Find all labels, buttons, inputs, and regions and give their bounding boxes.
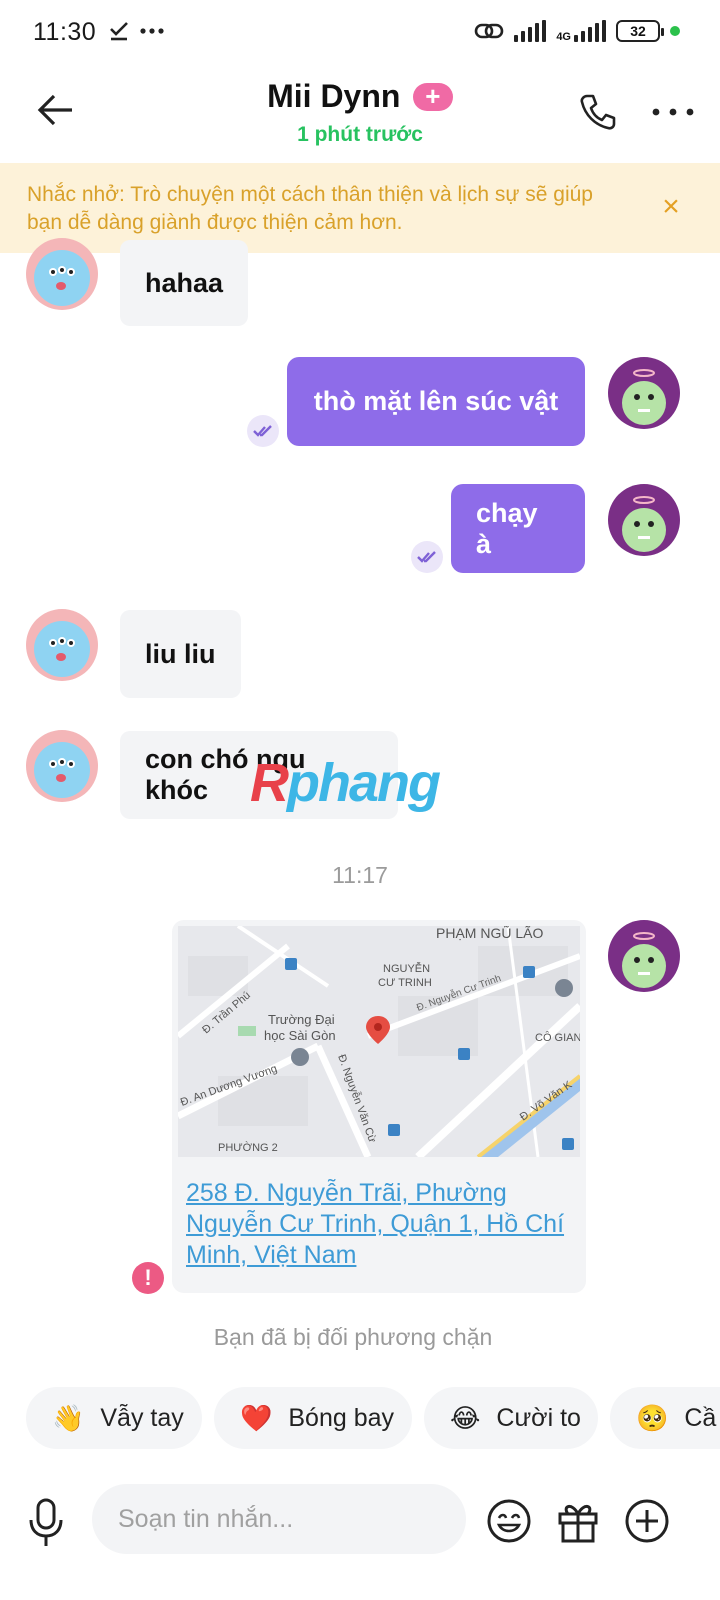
composer-bar [0,1478,720,1568]
battery-icon: 32 [616,20,664,42]
map-label: CÔ GIAN [535,1031,580,1044]
chip-wave[interactable]: 👋 Vẫy tay [26,1387,202,1449]
quick-reaction-chips: 👋 Vẫy tay ❤️ Bóng bay 😂 Cười to 🥺 Cầ [26,1387,720,1449]
wave-emoji-icon: 👋 [52,1402,85,1433]
location-card[interactable]: PHẠM NGŨ LÃO NGUYỄN CƯ TRINH Đ. Nguyễn C… [172,920,586,1293]
read-receipt-icon [247,415,279,447]
emoji-picker-icon[interactable] [486,1498,532,1544]
my-avatar[interactable] [608,357,680,429]
contact-avatar[interactable] [26,609,98,681]
phone-call-icon[interactable] [578,92,618,132]
chip-label: Cầ [684,1403,717,1432]
chip-label: Cười to [496,1403,581,1432]
more-options-icon[interactable] [650,92,696,132]
blocked-notice: Bạn đã bị đối phương chặn [213,1324,493,1350]
reminder-text: Nhắc nhở: Trò chuyện một cách thân thiện… [27,183,593,234]
gift-icon[interactable] [556,1498,600,1544]
my-avatar[interactable] [608,484,680,556]
chip-label: Bóng bay [288,1403,395,1432]
message-input[interactable] [92,1484,466,1554]
chat-header: Mii Dynn + 1 phút trước [0,70,720,162]
contact-name[interactable]: Mii Dynn [267,78,400,115]
message-text: liu liu [145,638,216,669]
chip-label: Vẫy tay [100,1403,184,1432]
chip-laugh[interactable]: 😂 Cười to [424,1387,598,1449]
contact-avatar[interactable] [26,238,98,310]
map-label: PHẠM NGŨ LÃO [436,926,543,941]
message-bubble-incoming[interactable]: hahaa [120,240,249,326]
more-notifications-icon [140,28,164,34]
checkmark-download-icon [110,22,128,41]
link-icon [475,23,504,39]
map-label: học Sài Gòn [264,1028,336,1043]
my-avatar[interactable] [608,920,680,992]
add-attachment-icon[interactable] [624,1498,670,1544]
status-time: 11:30 [33,18,97,46]
signal-bars-2-icon [574,20,606,42]
map-label: Trường Đại [268,1012,335,1027]
close-banner-button[interactable]: × [656,192,686,223]
message-bubble-incoming[interactable]: con chó ngu khóc [120,731,398,819]
map-label: NGUYỄN [383,962,430,975]
contact-avatar[interactable] [26,730,98,802]
send-failed-icon[interactable]: ! [132,1262,164,1294]
message-text: thò mặt lên súc vật [313,386,559,416]
pleading-emoji-icon: 🥺 [636,1402,669,1433]
chip-plead[interactable]: 🥺 Cầ [610,1387,720,1449]
message-text: chạy à [476,497,538,559]
microphone-icon[interactable] [28,1498,64,1548]
location-address-link[interactable]: 258 Đ. Nguyễn Trãi, Phường Nguyễn Cư Tri… [186,1178,576,1271]
chip-balloon[interactable]: ❤️ Bóng bay [214,1387,412,1449]
message-text: hahaa [145,267,224,298]
map-preview[interactable]: PHẠM NGŨ LÃO NGUYỄN CƯ TRINH Đ. Nguyễn C… [178,926,580,1157]
signal-bars-icon [514,20,547,42]
map-label: PHƯỜNG 2 [218,1141,278,1154]
time-separator: 11:17 [332,862,388,888]
message-bubble-incoming[interactable]: liu liu [120,610,241,698]
heart-emoji-icon: ❤️ [240,1402,273,1433]
status-bar: 11:30 4G 32 [0,0,720,70]
laugh-emoji-icon: 😂 [450,1402,481,1433]
plus-badge: + [412,82,453,111]
privacy-dot-icon [670,26,680,36]
map-label: CƯ TRINH [378,977,432,989]
reminder-banner: Nhắc nhở: Trò chuyện một cách thân thiện… [0,163,720,253]
message-text: con chó ngu khóc [145,744,306,805]
network-4g: 4G [556,20,606,43]
read-receipt-icon [411,541,443,573]
message-bubble-outgoing[interactable]: thò mặt lên súc vật [287,357,585,446]
message-bubble-outgoing[interactable]: chạy à [451,484,585,573]
